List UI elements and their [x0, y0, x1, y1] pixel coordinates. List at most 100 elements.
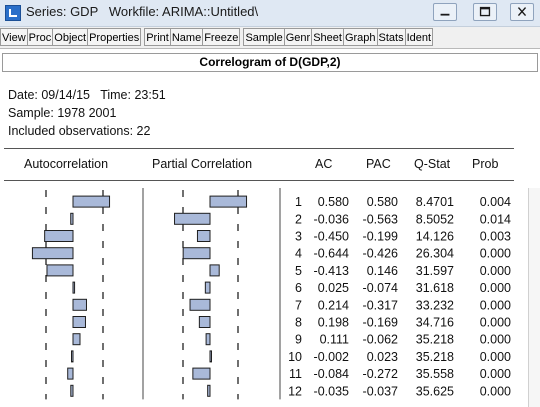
lag-cell: 1: [295, 195, 302, 209]
pac-cell: -0.426: [363, 247, 398, 261]
prob-cell: 0.000: [480, 367, 511, 381]
pac-cell: 0.023: [367, 350, 398, 364]
minimize-button[interactable]: [433, 3, 457, 21]
autocorrelation-header: Autocorrelation: [24, 157, 109, 171]
sample-line: Sample: 1978 2001: [8, 106, 117, 120]
sheet-button[interactable]: Sheet: [311, 28, 344, 46]
freeze-button[interactable]: Freeze: [202, 28, 241, 46]
qstat-cell: 33.232: [416, 298, 454, 312]
ac-cell: 0.025: [318, 281, 349, 295]
ac-cell: 0.198: [318, 316, 349, 330]
pac-bar: [196, 230, 211, 242]
ac-cell: -0.084: [314, 367, 349, 381]
ac-cell: -0.035: [314, 384, 349, 398]
properties-button[interactable]: Properties: [87, 28, 142, 46]
sample-button[interactable]: Sample: [243, 28, 285, 46]
object-toolbar: View Proc Object Properties Print Name Freeze S…: [0, 27, 540, 49]
qstat-cell: 31.618: [416, 281, 454, 295]
ac-cell: -0.644: [314, 247, 349, 261]
pac-cell: -0.563: [363, 212, 398, 226]
eviews-series-icon: [5, 5, 21, 21]
pac-bar: [192, 367, 211, 380]
pac-cell: -0.074: [363, 281, 398, 295]
genr-button[interactable]: Genr: [283, 28, 313, 46]
ac-bar: [72, 316, 86, 328]
object-button[interactable]: Object: [52, 28, 89, 46]
qstat-cell: 14.126: [416, 230, 454, 244]
prob-cell: 0.000: [480, 384, 511, 398]
pac-cell: -0.199: [363, 230, 398, 244]
lag-cell: 4: [295, 247, 302, 261]
pac-cell: -0.272: [363, 367, 398, 381]
ac-bar: [46, 264, 74, 277]
header-rule-top: [4, 148, 514, 149]
ac-bar: [72, 195, 111, 208]
pac-cell: 0.146: [367, 264, 398, 278]
observations-line: Included observations: 22: [8, 124, 151, 138]
name-button[interactable]: Name: [169, 28, 204, 46]
view-button[interactable]: View: [0, 28, 28, 46]
qstat-cell: 31.597: [416, 264, 454, 278]
ac-header: AC: [315, 157, 333, 171]
stats-button[interactable]: Stats: [376, 28, 406, 46]
prob-cell: 0.000: [480, 350, 511, 364]
pac-bar: [209, 195, 248, 208]
lag-cell: 3: [295, 230, 302, 244]
proc-button[interactable]: Proc: [26, 28, 54, 46]
close-icon: [517, 7, 527, 17]
pac-bar: [204, 281, 211, 294]
qstat-cell: 35.558: [416, 367, 454, 381]
ac-cell: 0.214: [318, 298, 349, 312]
header-rule-bottom: [4, 180, 514, 181]
vertical-scrollbar[interactable]: [528, 188, 540, 407]
qstat-cell: 8.4701: [416, 195, 454, 209]
prob-cell: 0.000: [480, 264, 511, 278]
pac-cell: -0.169: [363, 316, 398, 330]
ac-cell: 0.580: [318, 195, 349, 209]
ac-bar: [72, 298, 87, 311]
maximize-button[interactable]: [473, 3, 497, 21]
close-button[interactable]: [510, 3, 534, 21]
ac-cell: -0.413: [314, 264, 349, 278]
ac-bar: [70, 212, 74, 225]
lag-cell: 6: [295, 281, 302, 295]
pac-bar: [207, 384, 211, 397]
prob-cell: 0.000: [480, 316, 511, 330]
ac-bar: [70, 384, 74, 397]
prob-cell: 0.004: [480, 195, 511, 209]
pac-bar: [174, 212, 211, 225]
prob-cell: 0.014: [480, 212, 511, 226]
window-titlebar: Series: GDP Workfile: ARIMA::Untitled\: [0, 0, 540, 27]
pac-bar: [198, 316, 211, 328]
view-title: Correlogram of D(GDP,2): [2, 53, 538, 72]
lag-cell: 10: [288, 350, 302, 364]
ac-cell: -0.002: [314, 350, 349, 364]
pac-cell: -0.317: [363, 298, 398, 312]
pac-cell: 0.580: [367, 195, 398, 209]
ac-bar: [67, 367, 74, 380]
ac-bar: [72, 281, 76, 294]
date-line: Date: 09/14/15 Time: 23:51: [8, 88, 166, 102]
qstat-header: Q-Stat: [414, 157, 451, 171]
qstat-cell: 35.625: [416, 384, 454, 398]
qstat-cell: 35.218: [416, 333, 454, 347]
pac-bar: [205, 333, 211, 346]
prob-cell: 0.000: [480, 333, 511, 347]
maximize-icon: [479, 6, 491, 17]
minimize-icon: [440, 13, 450, 16]
ac-cell: -0.036: [314, 212, 349, 226]
lag-cell: 5: [295, 264, 302, 278]
lag-cell: 2: [295, 212, 302, 226]
pac-bar: [182, 247, 211, 260]
prob-cell: 0.000: [480, 247, 511, 261]
ac-bar: [71, 350, 74, 363]
ident-button[interactable]: Ident: [404, 28, 434, 46]
pac-bar: [209, 350, 212, 363]
qstat-cell: 34.716: [416, 316, 454, 330]
pac-cell: -0.037: [363, 384, 398, 398]
lag-cell: 7: [295, 298, 302, 312]
prob-cell: 0.003: [480, 230, 511, 244]
ac-cell: 0.111: [320, 333, 349, 347]
graph-button[interactable]: Graph: [342, 28, 378, 46]
print-button[interactable]: Print: [144, 28, 171, 46]
